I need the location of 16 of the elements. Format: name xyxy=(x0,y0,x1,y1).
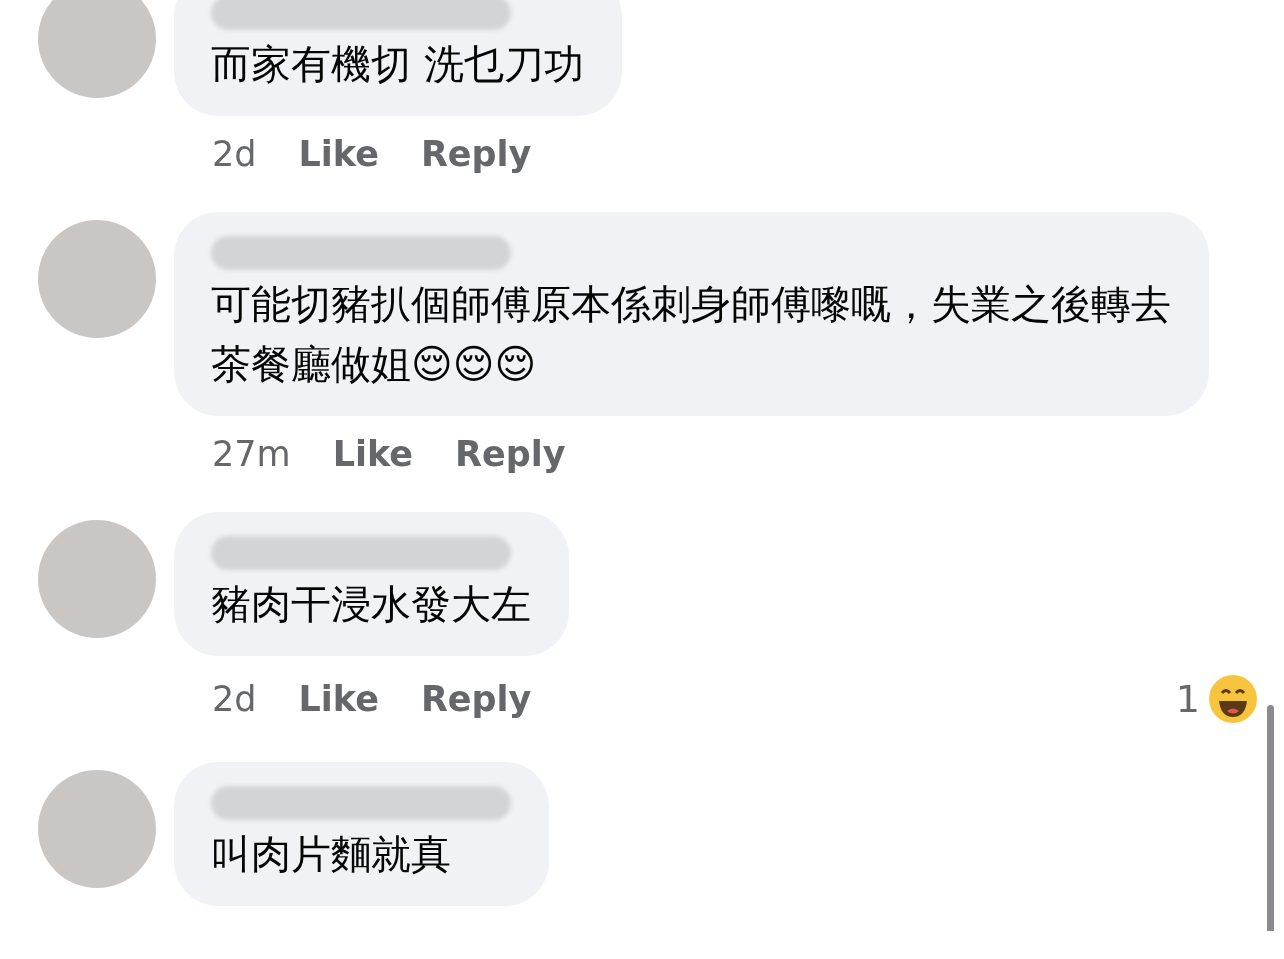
like-link[interactable]: Like xyxy=(298,134,379,174)
comment-text: 豬肉干浸水發大左 xyxy=(211,580,531,629)
comment-time: 2d xyxy=(212,679,257,719)
like-link[interactable]: Like xyxy=(298,679,379,719)
comment-text: 叫肉片麵就真 xyxy=(211,830,452,879)
reply-link[interactable]: Reply xyxy=(455,434,566,474)
like-link[interactable]: Like xyxy=(332,434,413,474)
comment-time: 27m xyxy=(212,434,291,474)
reply-link[interactable]: Reply xyxy=(420,134,532,174)
comment-text: 可能切豬扒個師傅原本係刺身師傅嚟嘅，失業之後轉去茶餐廳做姐😌😌😌 xyxy=(211,280,1171,389)
scrollbar[interactable] xyxy=(1267,705,1274,931)
comment-text: 而家有機切 洗乜刀功 xyxy=(211,40,584,89)
comment-time: 2d xyxy=(212,134,257,174)
laughing-face-icon xyxy=(1208,674,1258,724)
reply-link[interactable]: Reply xyxy=(420,679,532,719)
reaction-count: 1 xyxy=(1175,677,1200,721)
